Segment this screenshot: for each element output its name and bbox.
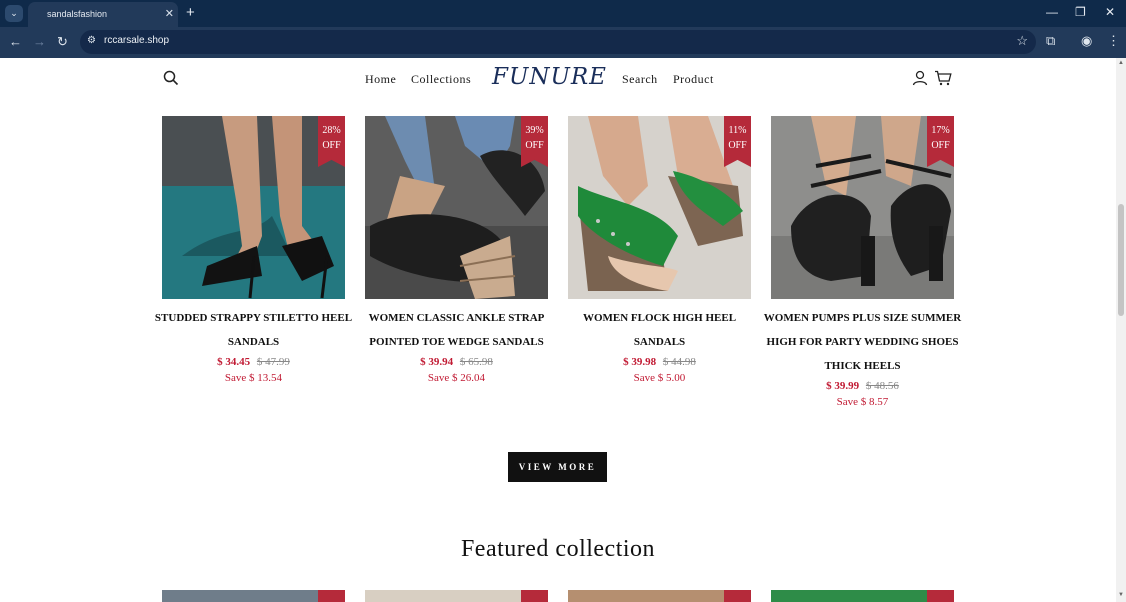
forward-icon[interactable]: →	[33, 34, 46, 49]
scroll-down-icon[interactable]: ▼	[1118, 592, 1124, 598]
account-icon[interactable]	[912, 70, 928, 86]
browser-menu-icon[interactable]: ⋮	[1107, 33, 1120, 49]
tab-title: sandalsfashion	[47, 9, 108, 19]
new-tab-button[interactable]: +	[186, 4, 195, 21]
price-row: $ 34.45 $ 47.99	[162, 356, 345, 368]
product-title[interactable]: WOMEN FLOCK HIGH HEEL SANDALS	[558, 306, 761, 354]
profile-icon[interactable]: ◉	[1081, 33, 1092, 49]
product-title[interactable]: WOMEN PUMPS PLUS SIZE SUMMER HIGH FOR PA…	[761, 306, 964, 378]
nav-collections[interactable]: Collections	[411, 72, 471, 87]
close-window-icon[interactable]: ✕	[1105, 5, 1115, 19]
address-bar[interactable]: ⚙ rccarsale.shop ☆	[80, 30, 1036, 54]
store-logo[interactable]: FUNURE	[492, 64, 607, 90]
discount-badge: 17% OFF	[927, 116, 954, 167]
featured-collection-title: Featured collection	[460, 536, 656, 562]
product-image[interactable]	[568, 116, 751, 299]
save-amount: Save $ 13.54	[224, 372, 283, 384]
discount-badge: 28% OFF	[318, 116, 345, 167]
back-icon[interactable]: ←	[9, 34, 22, 49]
nav-product[interactable]: Product	[673, 72, 714, 87]
discount-badge: 39% OFF	[521, 116, 548, 167]
discount-badge	[318, 590, 345, 602]
save-amount: Save $ 5.00	[633, 372, 686, 384]
original-price: $ 44.98	[662, 356, 696, 368]
sale-price: $ 34.45	[217, 356, 251, 368]
featured-product-image[interactable]	[771, 590, 954, 602]
bookmark-star-icon[interactable]: ☆	[1016, 33, 1028, 49]
price-row: $ 39.99 $ 48.56	[771, 380, 954, 392]
page-content: Home Collections FUNURE Search Product 2…	[0, 58, 1116, 602]
nav-home[interactable]: Home	[365, 72, 396, 87]
scroll-up-icon[interactable]: ▲	[1118, 60, 1124, 66]
product-title[interactable]: STUDDED STRAPPY STILETTO HEEL SANDALS	[152, 306, 355, 354]
original-price: $ 47.99	[256, 356, 290, 368]
original-price: $ 65.98	[459, 356, 493, 368]
featured-product-image[interactable]	[162, 590, 345, 602]
product-title[interactable]: WOMEN CLASSIC ANKLE STRAP POINTED TOE WE…	[355, 306, 558, 354]
close-tab-icon[interactable]: ✕	[165, 7, 174, 20]
nav-search[interactable]: Search	[622, 72, 658, 87]
active-tab[interactable]: sandalsfashion ✕	[28, 2, 178, 27]
product-image[interactable]	[365, 116, 548, 299]
reload-icon[interactable]: ↻	[57, 34, 68, 50]
discount-badge: 11% OFF	[724, 116, 751, 167]
featured-product-image[interactable]	[365, 590, 548, 602]
original-price: $ 48.56	[865, 380, 899, 392]
site-info-icon[interactable]: ⚙	[87, 35, 96, 46]
browser-toolbar: ← → ↻ ⚙ rccarsale.shop ☆ ⧉ ◉ ⋮	[0, 27, 1126, 58]
view-more-button[interactable]: VIEW MORE	[508, 452, 607, 482]
cart-icon[interactable]	[934, 70, 952, 86]
discount-badge	[521, 590, 548, 602]
minimize-icon[interactable]: —	[1046, 5, 1058, 19]
browser-tabbar: ⌄ sandalsfashion ✕ + — ❐ ✕	[0, 0, 1126, 27]
price-row: $ 39.94 $ 65.98	[365, 356, 548, 368]
save-amount: Save $ 26.04	[427, 372, 486, 384]
scrollbar-thumb[interactable]	[1118, 204, 1124, 316]
discount-badge	[724, 590, 751, 602]
tab-search-menu[interactable]: ⌄	[5, 5, 23, 22]
restore-icon[interactable]: ❐	[1075, 5, 1086, 19]
product-image[interactable]	[162, 116, 345, 299]
sale-price: $ 39.99	[826, 380, 860, 392]
discount-badge	[927, 590, 954, 602]
page-scrollbar[interactable]: ▲ ▼	[1116, 58, 1126, 602]
url-text[interactable]: rccarsale.shop	[104, 35, 169, 46]
search-icon[interactable]	[163, 70, 179, 86]
featured-product-image[interactable]	[568, 590, 751, 602]
sale-price: $ 39.94	[420, 356, 454, 368]
save-amount: Save $ 8.57	[836, 396, 889, 408]
extensions-icon[interactable]: ⧉	[1046, 33, 1055, 49]
product-image[interactable]	[771, 116, 954, 299]
price-row: $ 39.98 $ 44.98	[568, 356, 751, 368]
sale-price: $ 39.98	[623, 356, 657, 368]
